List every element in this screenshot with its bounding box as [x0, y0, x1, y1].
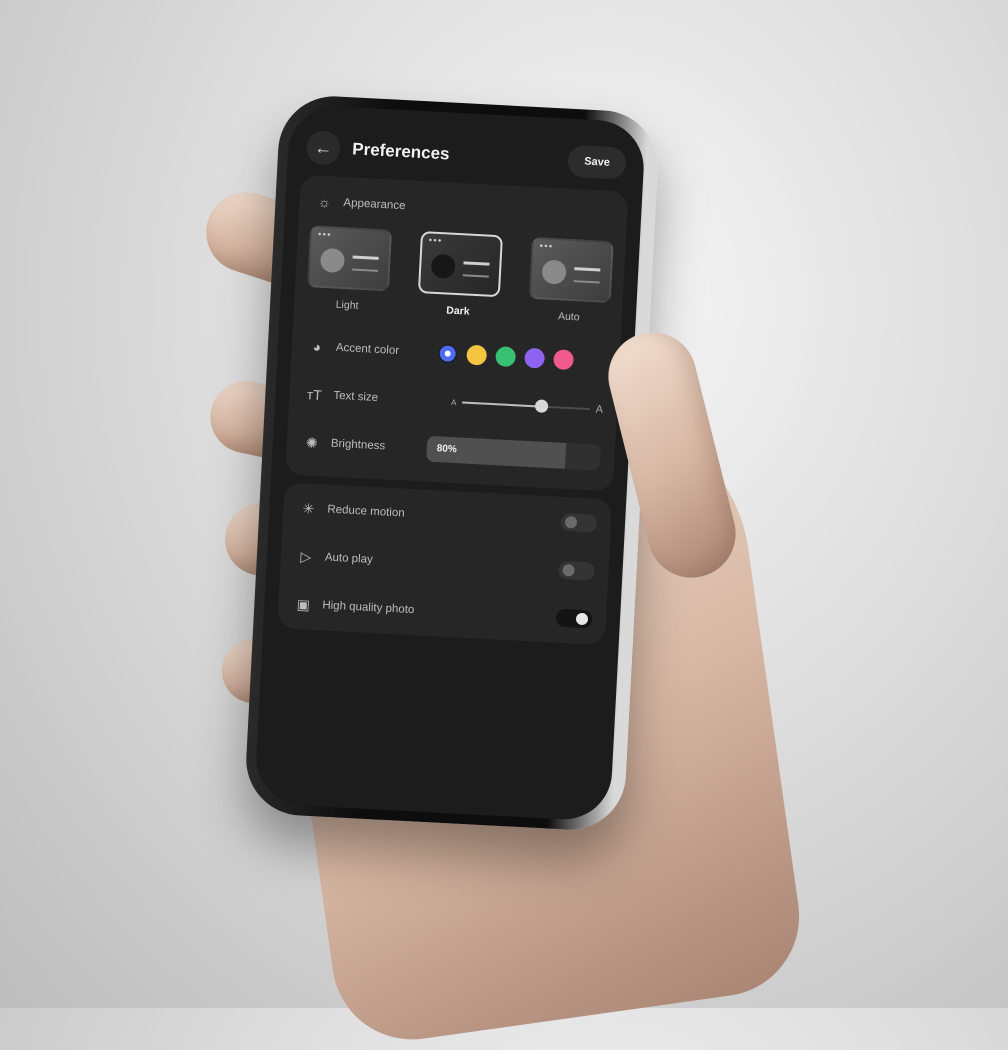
high-quality-photo-toggle[interactable]	[555, 608, 593, 629]
palette-icon: ◕	[312, 338, 322, 355]
reduce-motion-toggle[interactable]	[560, 512, 598, 533]
theme-option-auto[interactable]: ●●● Auto	[528, 236, 614, 325]
slider-fill	[462, 401, 542, 408]
auto-play-label: Auto play	[324, 551, 374, 566]
back-button[interactable]: ←	[305, 129, 342, 166]
arrow-left-icon: ←	[313, 136, 333, 158]
theme-label-auto: Auto	[557, 310, 580, 324]
preview-circle	[430, 253, 456, 279]
preview-circle	[319, 247, 346, 274]
text-size-icon: ᴛT	[306, 386, 323, 404]
text-size-min-label: A	[450, 397, 457, 407]
text-size-slider[interactable]: A A	[450, 396, 604, 416]
brightness-row: ✺ Brightness 80%	[302, 429, 602, 471]
phone-screen: ← Preferences Save ☼ Appearance ●●● Ligh…	[253, 104, 647, 822]
theme-options: ●●● Light ●●● Dark ●●● Auto	[306, 225, 614, 325]
loader-icon: ✳	[302, 499, 315, 517]
window-dots: ●●●	[317, 231, 332, 239]
theme-label-dark: Dark	[445, 304, 470, 318]
auto-play-toggle[interactable]	[558, 560, 595, 581]
text-size-max-label: A	[595, 403, 604, 416]
accent-swatch[interactable]	[437, 343, 459, 365]
theme-preview-light: ●●●	[307, 225, 393, 292]
image-icon: ▣	[296, 595, 311, 613]
brightness-slider[interactable]: 80%	[426, 435, 602, 471]
media-settings-card: ✳ Reduce motion ▷ Auto play ▣ High quali…	[277, 482, 613, 646]
display-settings-card: ☼ Appearance ●●● Light ●●● Dark ●●● Auto…	[285, 174, 629, 492]
accent-color-label: Accent color	[335, 341, 400, 358]
phone: ← Preferences Save ☼ Appearance ●●● Ligh…	[243, 93, 661, 833]
reduce-motion-label: Reduce motion	[327, 503, 405, 520]
page-title: Preferences	[351, 139, 451, 164]
appearance-label: Appearance	[343, 196, 406, 213]
toggle-knob	[575, 612, 589, 626]
accent-swatch[interactable]	[524, 347, 546, 369]
slider-track	[462, 399, 590, 413]
theme-option-light[interactable]: ●●● Light	[306, 225, 393, 313]
text-size-row: ᴛT Text size A A	[305, 381, 604, 423]
window-dots: ●●●	[428, 237, 443, 245]
brightness-value: 80%	[436, 443, 458, 456]
accent-swatches	[437, 343, 575, 371]
toggle-row-auto-play: ▷ Auto play	[296, 543, 595, 585]
appearance-header: ☼ Appearance	[315, 194, 406, 215]
toggle-knob	[564, 516, 578, 529]
preview-lines	[573, 267, 601, 284]
preview-lines	[462, 261, 490, 278]
window-dots: ●●●	[539, 243, 554, 251]
play-icon: ▷	[300, 547, 312, 565]
accent-swatch[interactable]	[553, 349, 575, 371]
slider-thumb[interactable]	[535, 399, 549, 413]
top-bar: ← Preferences Save	[305, 127, 627, 184]
theme-option-dark[interactable]: ●●● Dark	[417, 231, 503, 319]
theme-preview-dark: ●●●	[417, 231, 503, 298]
toggle-knob	[562, 563, 575, 577]
toggle-row-high-quality-photo: ▣ High quality photo	[294, 591, 593, 633]
accent-swatch[interactable]	[495, 346, 517, 368]
theme-label-light: Light	[335, 298, 359, 312]
save-button[interactable]: Save	[567, 144, 627, 180]
accent-color-row: ◕ Accent color	[307, 333, 606, 375]
sun-icon: ✺	[305, 433, 319, 451]
brightness-label: Brightness	[330, 437, 386, 453]
high-quality-photo-label: High quality photo	[322, 599, 415, 617]
theme-preview-auto: ●●●	[528, 236, 614, 304]
preview-lines	[351, 255, 379, 272]
preview-circle	[541, 259, 567, 285]
accent-swatch[interactable]	[466, 344, 488, 366]
toggle-row-reduce-motion: ✳ Reduce motion	[299, 495, 598, 537]
sunrise-icon: ☼	[317, 193, 332, 211]
text-size-label: Text size	[333, 389, 379, 405]
